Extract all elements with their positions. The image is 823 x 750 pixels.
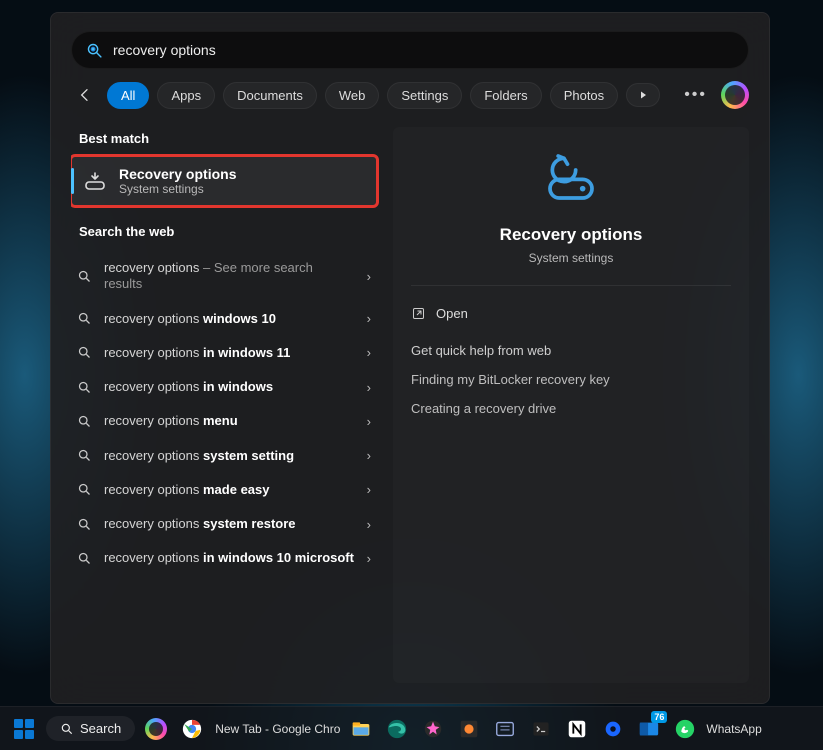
chrome-window-title[interactable]: New Tab - Google Chro — [215, 722, 340, 736]
chevron-right-icon: › — [367, 345, 371, 360]
web-suggestion[interactable]: recovery options in windows › — [71, 370, 377, 404]
start-button[interactable] — [8, 713, 40, 745]
filter-settings[interactable]: Settings — [387, 82, 462, 109]
web-suggestion[interactable]: recovery options system restore › — [71, 507, 377, 541]
search-flyout: All Apps Documents Web Settings Folders … — [50, 12, 770, 704]
chevron-right-icon: › — [367, 269, 371, 284]
search-icon — [60, 722, 74, 736]
web-suggestion[interactable]: recovery options windows 10 › — [71, 302, 377, 336]
app-icon-1[interactable] — [418, 714, 448, 744]
best-match-result[interactable]: Recovery options System settings — [71, 156, 377, 206]
search-icon — [77, 482, 92, 497]
suggestion-text: recovery options system setting — [104, 448, 355, 464]
search-icon — [77, 414, 92, 429]
web-suggestion[interactable]: recovery options system setting › — [71, 439, 377, 473]
web-suggestion[interactable]: recovery options in windows 11 › — [71, 336, 377, 370]
search-icon — [77, 517, 92, 532]
search-icon — [77, 311, 92, 326]
overflow-button[interactable]: ••• — [678, 84, 713, 106]
chevron-right-icon: › — [367, 414, 371, 429]
app-icon-3[interactable] — [490, 714, 520, 744]
help-header: Get quick help from web — [411, 343, 731, 358]
outlook-icon[interactable]: 76 — [634, 714, 664, 744]
copilot-button[interactable] — [721, 81, 749, 109]
help-link[interactable]: Finding my BitLocker recovery key — [411, 372, 731, 387]
suggestion-text: recovery options made easy — [104, 482, 355, 498]
whatsapp-icon[interactable] — [670, 714, 700, 744]
suggestion-text: recovery options in windows 10 microsoft — [104, 550, 355, 566]
best-match-header: Best match — [79, 131, 377, 146]
copilot-taskbar-icon[interactable] — [141, 714, 171, 744]
web-suggestion[interactable]: recovery options – See more search resul… — [71, 251, 377, 302]
search-icon — [77, 448, 92, 463]
divider — [411, 285, 731, 286]
taskbar: Search New Tab - Google Chro 76 WhatsApp — [0, 706, 823, 750]
chevron-right-icon: › — [367, 311, 371, 326]
search-input[interactable] — [113, 42, 734, 58]
whatsapp-label[interactable]: WhatsApp — [706, 722, 761, 736]
search-icon — [77, 269, 92, 284]
chevron-right-icon: › — [367, 517, 371, 532]
chevron-right-icon: › — [367, 380, 371, 395]
chevron-right-icon: › — [367, 551, 371, 566]
search-box[interactable] — [71, 31, 749, 69]
detail-subtitle: System settings — [529, 251, 614, 265]
filter-more[interactable] — [626, 83, 660, 107]
recovery-icon — [83, 169, 107, 193]
filter-all[interactable]: All — [107, 82, 149, 109]
suggestion-text: recovery options system restore — [104, 516, 355, 532]
filter-photos[interactable]: Photos — [550, 82, 618, 109]
detail-title: Recovery options — [500, 225, 643, 245]
suggestion-text: recovery options menu — [104, 413, 355, 429]
filter-row: All Apps Documents Web Settings Folders … — [71, 81, 749, 109]
badge-count: 76 — [651, 711, 667, 723]
filter-documents[interactable]: Documents — [223, 82, 317, 109]
suggestion-text: recovery options in windows 11 — [104, 345, 355, 361]
chevron-right-icon: › — [367, 482, 371, 497]
back-button[interactable] — [71, 81, 99, 109]
chevron-right-icon: › — [367, 448, 371, 463]
notion-icon[interactable] — [562, 714, 592, 744]
recovery-icon-large — [543, 149, 599, 205]
taskbar-search[interactable]: Search — [46, 716, 135, 741]
detail-pane: Recovery options System settings Open Ge… — [393, 127, 749, 683]
filter-apps[interactable]: Apps — [157, 82, 215, 109]
search-icon — [86, 42, 103, 59]
suggestion-text: recovery options windows 10 — [104, 311, 355, 327]
open-icon — [411, 306, 426, 321]
web-suggestion[interactable]: recovery options made easy › — [71, 473, 377, 507]
search-icon — [77, 551, 92, 566]
best-match-title: Recovery options — [119, 166, 236, 182]
web-suggestion[interactable]: recovery options in windows 10 microsoft… — [71, 541, 377, 575]
results-column: Best match Recovery options System setti… — [71, 127, 377, 683]
best-match-subtitle: System settings — [119, 182, 236, 196]
terminal-icon[interactable] — [526, 714, 556, 744]
chrome-icon[interactable] — [177, 714, 207, 744]
search-icon — [77, 380, 92, 395]
search-icon — [77, 345, 92, 360]
suggestion-text: recovery options – See more search resul… — [104, 260, 355, 293]
app-icon-4[interactable] — [598, 714, 628, 744]
explorer-icon[interactable] — [346, 714, 376, 744]
help-link[interactable]: Creating a recovery drive — [411, 401, 731, 416]
suggestion-text: recovery options in windows — [104, 379, 355, 395]
open-action[interactable]: Open — [411, 302, 731, 335]
filter-folders[interactable]: Folders — [470, 82, 541, 109]
taskbar-search-label: Search — [80, 721, 121, 736]
search-web-header: Search the web — [79, 224, 377, 239]
web-suggestion[interactable]: recovery options menu › — [71, 404, 377, 438]
web-suggestions-list: recovery options – See more search resul… — [71, 251, 377, 576]
open-label: Open — [436, 306, 468, 321]
edge-icon[interactable] — [382, 714, 412, 744]
app-icon-2[interactable] — [454, 714, 484, 744]
filter-web[interactable]: Web — [325, 82, 380, 109]
